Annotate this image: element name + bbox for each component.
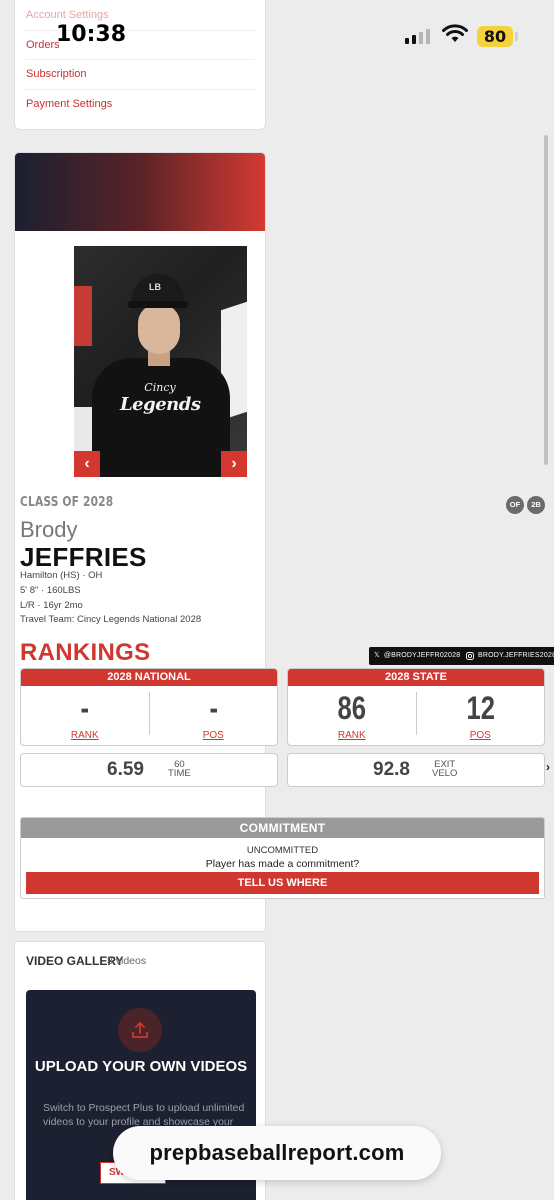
player-photo: LB Cincy Legends ‹ ›: [74, 246, 247, 477]
sixty-time-label: 60 TIME: [168, 759, 191, 779]
state-rank-link[interactable]: RANK: [288, 730, 416, 741]
position-badge: 2B: [527, 496, 545, 514]
national-pos-value: -: [208, 690, 218, 726]
national-pos-link[interactable]: POS: [150, 730, 278, 741]
payment-settings-link[interactable]: Payment Settings: [25, 90, 255, 120]
cap-logo: LB: [149, 282, 161, 292]
wifi-icon: [442, 24, 468, 42]
cellular-signal-icon: [405, 28, 430, 44]
photo-prev-button[interactable]: ‹: [74, 451, 100, 477]
national-rank-header: 2028 NATIONAL: [21, 669, 277, 686]
video-count: 3 videos: [107, 955, 147, 967]
shirt-logo: Cincy Legends: [120, 381, 201, 415]
upload-title: UPLOAD YOUR OWN VIDEOS: [34, 1058, 248, 1075]
sixty-time-value: 6.59: [107, 759, 144, 780]
browser-url-bar[interactable]: prepbaseballreport.com: [113, 1126, 441, 1180]
photo-next-button[interactable]: ›: [221, 451, 247, 477]
x-handle-button[interactable]: 𝕏 @BRODYJEFFR02028: [369, 647, 466, 665]
exit-velo-stat[interactable]: 92.8 EXIT VELO: [287, 753, 545, 787]
position-badges: OF 2B: [506, 496, 545, 514]
upload-description: Switch to Prospect Plus to upload unlimi…: [43, 1102, 245, 1128]
national-rank-link[interactable]: RANK: [21, 730, 149, 741]
page-scrollbar[interactable]: [544, 135, 548, 465]
exit-velo-value: 92.8: [373, 759, 410, 780]
state-pos-link[interactable]: POS: [417, 730, 545, 741]
national-rank-value: -: [80, 690, 90, 726]
upload-icon: [118, 1008, 162, 1052]
state-rank-value: 86: [337, 690, 366, 726]
class-of-label: CLASS OF 2028: [20, 495, 114, 510]
position-badge: OF: [506, 496, 524, 514]
state-rank-header: 2028 STATE: [288, 669, 544, 686]
instagram-icon: [466, 652, 474, 660]
commitment-box: COMMITMENT UNCOMMITTED Player has made a…: [20, 817, 545, 899]
exit-velo-label: EXIT VELO: [432, 759, 458, 779]
x-logo-icon: 𝕏: [374, 652, 380, 659]
player-size: 5' 8" · 160LBS: [20, 585, 81, 596]
national-rank-box: 2028 NATIONAL - RANK - POS: [20, 668, 278, 746]
battery-icon: 80: [477, 26, 518, 47]
state-rank-box: 2028 STATE 86 RANK 12 POS: [287, 668, 545, 746]
sixty-time-stat[interactable]: 6.59 60 TIME: [20, 753, 278, 787]
player-profile-card: LB Cincy Legends ‹ › CLASS OF 2028 Brody…: [14, 152, 266, 932]
status-bar: 10:38 80: [0, 0, 554, 70]
instagram-handle-button[interactable]: BRODY.JEFFRIES2028: [461, 647, 554, 665]
rankings-title: RANKINGS: [20, 639, 151, 666]
player-travel-team: Travel Team: Cincy Legends National 2028: [20, 614, 202, 625]
commitment-question: Player has made a commitment?: [205, 858, 360, 870]
state-pos-value: 12: [466, 690, 495, 726]
status-time: 10:38: [56, 22, 127, 47]
commitment-status: UNCOMMITTED: [246, 845, 319, 856]
player-first-name: Brody: [20, 517, 78, 542]
chevron-right-icon[interactable]: ›: [546, 760, 550, 774]
player-school: Hamilton (HS) · OH: [20, 570, 103, 581]
tell-us-where-button[interactable]: TELL US WHERE: [26, 872, 539, 894]
profile-banner: [15, 153, 265, 231]
player-bats-throws-age: L/R · 16yr 2mo: [20, 600, 83, 611]
player-last-name: JEFFRIES: [20, 542, 147, 572]
commitment-header: COMMITMENT: [21, 818, 544, 838]
